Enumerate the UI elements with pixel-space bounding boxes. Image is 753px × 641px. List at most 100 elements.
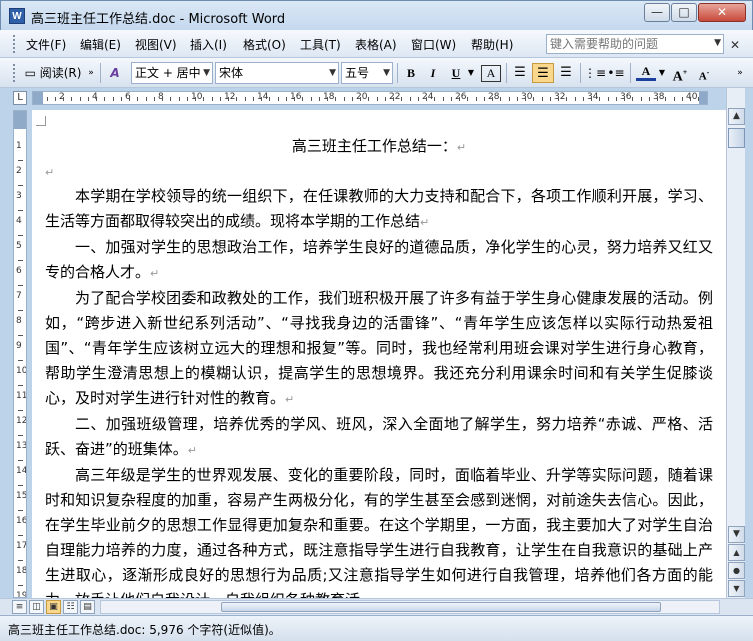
ruler-tick xyxy=(616,97,617,101)
vertical-ruler[interactable]: 1 2 3 4 5 6 7 8 9 10 11 12 13 14 15 16 17 18 19 xyxy=(13,110,27,598)
ruler-tick xyxy=(278,97,279,101)
close-button[interactable]: ✕ xyxy=(698,3,746,22)
ruler-number: 36 xyxy=(620,92,632,102)
vertical-scrollbar[interactable]: ▲ ▼ ▲ ● ▼ xyxy=(726,88,745,598)
horizontal-scroll-thumb[interactable] xyxy=(221,602,661,612)
toolbar-options-icon[interactable]: » xyxy=(86,63,96,83)
ruler-tick xyxy=(641,97,642,101)
ruler-area: L 2 4 6 8 10 12 14 16 18 20 22 24 26 28 30 32 34 36 38 40 xyxy=(0,88,753,108)
paragraph[interactable]: 为了配合学校团委和政教处的工作，我们班积极开展了许多有益于学生身心健康发展的活动… xyxy=(45,286,713,412)
reading-layout-view-button[interactable]: ▤ xyxy=(80,600,95,614)
ruler-number: 14 xyxy=(16,466,27,476)
ruler-tick xyxy=(665,97,666,101)
select-browse-object-button[interactable]: ● xyxy=(728,562,745,579)
chevron-down-icon: ▼ xyxy=(383,68,390,78)
scroll-up-button[interactable]: ▲ xyxy=(728,108,745,125)
bold-button[interactable]: B xyxy=(401,63,421,83)
help-search-input[interactable] xyxy=(547,35,707,53)
toolbar-grip[interactable] xyxy=(13,64,17,82)
print-layout-view-button[interactable]: ▣ xyxy=(46,600,61,614)
styles-pane-icon[interactable]: A xyxy=(104,63,126,83)
paragraph-mark: ↵ xyxy=(456,141,467,154)
menu-edit[interactable]: 编辑(E) xyxy=(80,36,121,53)
font-value: 宋体 xyxy=(219,66,244,80)
grow-font-button[interactable]: A+ xyxy=(670,63,690,85)
font-size-value: 五号 xyxy=(345,66,370,80)
next-page-button[interactable]: ▼ xyxy=(728,580,745,597)
ruler-tick xyxy=(484,97,485,101)
ruler-number: 2 xyxy=(16,166,22,176)
font-size-select[interactable]: 五号 ▼ xyxy=(341,62,393,84)
ruler-tick xyxy=(335,97,336,101)
ruler-tick xyxy=(137,97,138,101)
menu-view[interactable]: 视图(V) xyxy=(135,36,177,53)
previous-page-button[interactable]: ▲ xyxy=(728,544,745,561)
horizontal-ruler[interactable]: 2 4 6 8 10 12 14 16 18 20 22 24 26 28 30 32 34 36 38 40 xyxy=(32,91,708,105)
menu-table[interactable]: 表格(A) xyxy=(355,36,397,53)
align-right-icon[interactable]: ☰ xyxy=(556,63,576,83)
underline-button[interactable]: U xyxy=(446,63,466,83)
align-justify-icon[interactable]: ☰ xyxy=(510,63,530,83)
word-app-icon[interactable]: W xyxy=(9,8,25,24)
menubar-grip[interactable] xyxy=(13,35,17,53)
ruler-number: 18 xyxy=(16,566,27,576)
ruler-number: 11 xyxy=(16,391,27,401)
chevron-down-icon[interactable]: ▼ xyxy=(657,63,667,83)
font-color-button[interactable]: A xyxy=(636,63,656,81)
ruler-number: 24 xyxy=(422,92,434,102)
ruler-tick xyxy=(599,97,600,101)
document-body[interactable]: 高三班主任工作总结一：↵ ↵ 本学期在学校领导的统一组织下，在任课教师的大力支持… xyxy=(45,110,713,598)
paragraph-text: 二、加强班级管理，培养优秀的学风、班风，深入全面地了解学生，努力培养“赤诚、严格… xyxy=(45,415,713,458)
menu-window[interactable]: 窗口(W) xyxy=(411,36,456,53)
style-select[interactable]: 正文 + 居中 ▼ xyxy=(131,62,213,84)
ruler-tick xyxy=(344,97,345,101)
paragraph[interactable]: 二、加强班级管理，培养优秀的学风、班风，深入全面地了解学生，努力培养“赤诚、严格… xyxy=(45,412,713,463)
numbered-list-icon[interactable]: ⋮≡ xyxy=(584,63,606,83)
style-value: 正文 + 居中 xyxy=(135,66,201,80)
horizontal-scroll-track[interactable] xyxy=(100,600,720,614)
ruler-tick xyxy=(154,97,155,101)
paragraph[interactable]: 本学期在学校领导的统一组织下，在任课教师的大力支持和配合下，各项工作顺利开展，学… xyxy=(45,184,713,235)
shrink-font-button[interactable]: A- xyxy=(694,63,714,83)
menu-format[interactable]: 格式(O) xyxy=(243,36,286,53)
ruler-number: 30 xyxy=(521,92,533,102)
ruler-left-margin xyxy=(33,92,43,104)
minimize-button[interactable]: — xyxy=(644,3,670,22)
toolbar-options-icon[interactable]: » xyxy=(735,63,745,83)
font-select[interactable]: 宋体 ▼ xyxy=(215,62,339,84)
chevron-down-icon[interactable]: ▼ xyxy=(466,63,476,83)
empty-paragraph[interactable]: ↵ xyxy=(45,159,713,184)
outline-view-button[interactable]: ☷ xyxy=(63,600,78,614)
ruler-tick xyxy=(385,97,386,101)
menu-help[interactable]: 帮助(H) xyxy=(471,36,513,53)
ruler-tick xyxy=(525,97,526,101)
reading-mode-button[interactable]: ▭ 阅读(R) xyxy=(22,63,84,83)
maximize-button[interactable]: □ xyxy=(671,3,697,22)
paragraph[interactable]: 一、加强对学生的思想政治工作，培养学生良好的道德品质，净化学生的心灵，努力培养又… xyxy=(45,235,713,286)
character-border-button[interactable]: A xyxy=(481,65,501,82)
menu-tools[interactable]: 工具(T) xyxy=(300,36,341,53)
vertical-scroll-thumb[interactable] xyxy=(728,128,745,148)
tab-selector[interactable]: L xyxy=(13,91,27,105)
help-search-box[interactable]: ▼ xyxy=(546,34,724,54)
bulleted-list-icon[interactable]: •≡ xyxy=(606,63,626,83)
document-title[interactable]: 高三班主任工作总结一：↵ xyxy=(45,134,713,159)
ruler-tick xyxy=(550,97,551,101)
ruler-tick xyxy=(55,97,56,101)
ruler-tick xyxy=(236,97,237,101)
web-layout-view-button[interactable]: ◫ xyxy=(29,600,44,614)
normal-view-button[interactable]: ≡ xyxy=(12,600,27,614)
document-page[interactable]: 高三班主任工作总结一：↵ ↵ 本学期在学校领导的统一组织下，在任课教师的大力支持… xyxy=(32,110,726,598)
ruler-number: 34 xyxy=(587,92,599,102)
ruler-tick xyxy=(18,310,23,311)
ruler-tick xyxy=(162,97,163,101)
document-close-button[interactable]: ✕ xyxy=(730,38,740,52)
align-center-icon[interactable]: ☰ xyxy=(532,63,554,83)
menu-file[interactable]: 文件(F) xyxy=(26,36,66,53)
menu-insert[interactable]: 插入(I) xyxy=(190,36,227,53)
chevron-down-icon[interactable]: ▼ xyxy=(714,38,721,48)
scroll-down-button[interactable]: ▼ xyxy=(728,526,745,543)
italic-button[interactable]: I xyxy=(423,63,443,83)
ruler-tick xyxy=(129,97,130,101)
paragraph[interactable]: 高三年级是学生的世界观发展、变化的重要阶段，同时，面临着毕业、升学等实际问题，随… xyxy=(45,463,713,598)
